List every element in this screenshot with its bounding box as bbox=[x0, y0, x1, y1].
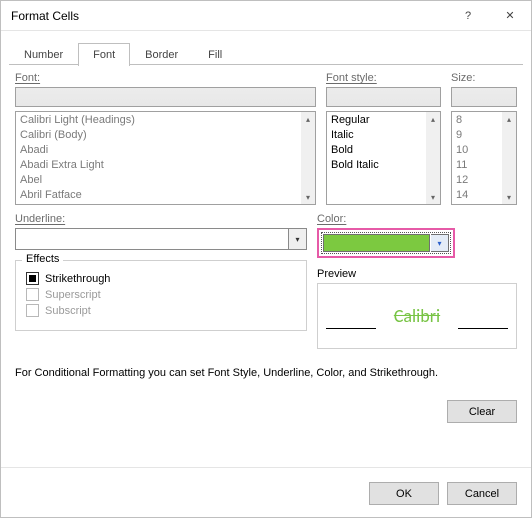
dialog-title: Format Cells bbox=[11, 9, 447, 23]
scrollbar[interactable]: ▴ ▾ bbox=[301, 112, 315, 204]
close-button[interactable]: ✕ bbox=[489, 1, 531, 31]
titlebar: Format Cells ? ✕ bbox=[1, 1, 531, 31]
scroll-up-icon[interactable]: ▴ bbox=[301, 112, 315, 126]
checkbox-icon bbox=[26, 304, 39, 317]
tab-strip: Number Font Border Fill bbox=[1, 37, 531, 65]
font-list-items: Calibri Light (Headings) Calibri (Body) … bbox=[16, 112, 301, 204]
underline-label: Underline: bbox=[15, 213, 307, 225]
strikethrough-checkbox[interactable]: Strikethrough bbox=[26, 272, 296, 285]
underline-value bbox=[15, 228, 289, 250]
scrollbar[interactable]: ▴ ▾ bbox=[502, 112, 516, 204]
list-item[interactable]: 10 bbox=[456, 143, 498, 158]
options-row: Underline: ▾ Effects Strikethrough Super… bbox=[15, 213, 517, 349]
list-item[interactable]: Abadi bbox=[20, 143, 297, 158]
chevron-down-icon[interactable]: ▾ bbox=[431, 234, 449, 252]
preview-panel: Calibri bbox=[317, 283, 517, 349]
list-item[interactable]: Calibri (Body) bbox=[20, 128, 297, 143]
list-item[interactable]: 14 bbox=[456, 188, 498, 203]
scroll-track[interactable] bbox=[502, 126, 516, 190]
scroll-down-icon[interactable]: ▾ bbox=[502, 190, 516, 204]
subscript-label: Subscript bbox=[45, 305, 91, 317]
list-item[interactable]: Regular bbox=[331, 113, 422, 128]
tab-content: Font: Calibri Light (Headings) Calibri (… bbox=[1, 66, 531, 394]
baseline bbox=[326, 328, 376, 329]
strikethrough-label: Strikethrough bbox=[45, 273, 110, 285]
font-style-items: Regular Italic Bold Bold Italic bbox=[327, 112, 426, 204]
superscript-label: Superscript bbox=[45, 289, 101, 301]
help-button[interactable]: ? bbox=[447, 1, 489, 31]
preview-label: Preview bbox=[317, 268, 517, 280]
list-item[interactable]: Italic bbox=[331, 128, 422, 143]
dialog-footer: OK Cancel bbox=[1, 467, 531, 517]
tab-number[interactable]: Number bbox=[9, 43, 78, 66]
subscript-checkbox: Subscript bbox=[26, 304, 296, 317]
list-item[interactable]: 9 bbox=[456, 128, 498, 143]
color-combo[interactable]: ▾ bbox=[321, 232, 451, 254]
scroll-down-icon[interactable]: ▾ bbox=[301, 190, 315, 204]
checkbox-icon bbox=[26, 272, 39, 285]
color-label: Color: bbox=[317, 213, 517, 225]
effects-fieldset: Effects Strikethrough Superscript Subscr… bbox=[15, 260, 307, 331]
list-item[interactable]: Bold bbox=[331, 143, 422, 158]
baseline bbox=[458, 328, 508, 329]
size-listbox[interactable]: 8 9 10 11 12 14 ▴ ▾ bbox=[451, 111, 517, 205]
ok-button[interactable]: OK bbox=[369, 482, 439, 505]
preview-text: Calibri bbox=[394, 305, 440, 327]
font-input[interactable] bbox=[15, 87, 316, 107]
font-listbox[interactable]: Calibri Light (Headings) Calibri (Body) … bbox=[15, 111, 316, 205]
clear-button[interactable]: Clear bbox=[447, 400, 517, 423]
scroll-track[interactable] bbox=[301, 126, 315, 190]
font-label: Font: bbox=[15, 72, 316, 84]
font-row: Font: Calibri Light (Headings) Calibri (… bbox=[15, 72, 517, 205]
font-style-listbox[interactable]: Regular Italic Bold Bold Italic ▴ ▾ bbox=[326, 111, 441, 205]
size-input[interactable] bbox=[451, 87, 517, 107]
effects-legend: Effects bbox=[22, 253, 63, 265]
scroll-up-icon[interactable]: ▴ bbox=[502, 112, 516, 126]
clear-row: Clear bbox=[1, 394, 531, 423]
list-item[interactable]: 12 bbox=[456, 173, 498, 188]
list-item[interactable]: 8 bbox=[456, 113, 498, 128]
format-cells-dialog: Format Cells ? ✕ Number Font Border Fill… bbox=[0, 0, 532, 518]
scroll-down-icon[interactable]: ▾ bbox=[426, 190, 440, 204]
help-icon: ? bbox=[465, 10, 471, 22]
list-item[interactable]: Abel bbox=[20, 173, 297, 188]
tab-font[interactable]: Font bbox=[78, 43, 130, 66]
underline-combo[interactable]: ▾ bbox=[15, 228, 307, 250]
list-item[interactable]: Calibri Light (Headings) bbox=[20, 113, 297, 128]
font-style-input[interactable] bbox=[326, 87, 441, 107]
cancel-button[interactable]: Cancel bbox=[447, 482, 517, 505]
superscript-checkbox: Superscript bbox=[26, 288, 296, 301]
list-item[interactable]: Bold Italic bbox=[331, 158, 422, 173]
list-item[interactable]: 11 bbox=[456, 158, 498, 173]
checkbox-icon bbox=[26, 288, 39, 301]
list-item[interactable]: Abadi Extra Light bbox=[20, 158, 297, 173]
color-swatch bbox=[323, 234, 430, 252]
size-items: 8 9 10 11 12 14 bbox=[452, 112, 502, 204]
scrollbar[interactable]: ▴ ▾ bbox=[426, 112, 440, 204]
size-label: Size: bbox=[451, 72, 517, 84]
info-note: For Conditional Formatting you can set F… bbox=[15, 367, 517, 379]
scroll-track[interactable] bbox=[426, 126, 440, 190]
scroll-up-icon[interactable]: ▴ bbox=[426, 112, 440, 126]
color-highlight: ▾ bbox=[317, 228, 455, 258]
close-icon: ✕ bbox=[505, 9, 514, 22]
list-item[interactable]: Abril Fatface bbox=[20, 188, 297, 203]
font-style-label: Font style: bbox=[326, 72, 441, 84]
tab-border[interactable]: Border bbox=[130, 43, 193, 66]
tab-fill[interactable]: Fill bbox=[193, 43, 237, 66]
chevron-down-icon[interactable]: ▾ bbox=[289, 228, 307, 250]
